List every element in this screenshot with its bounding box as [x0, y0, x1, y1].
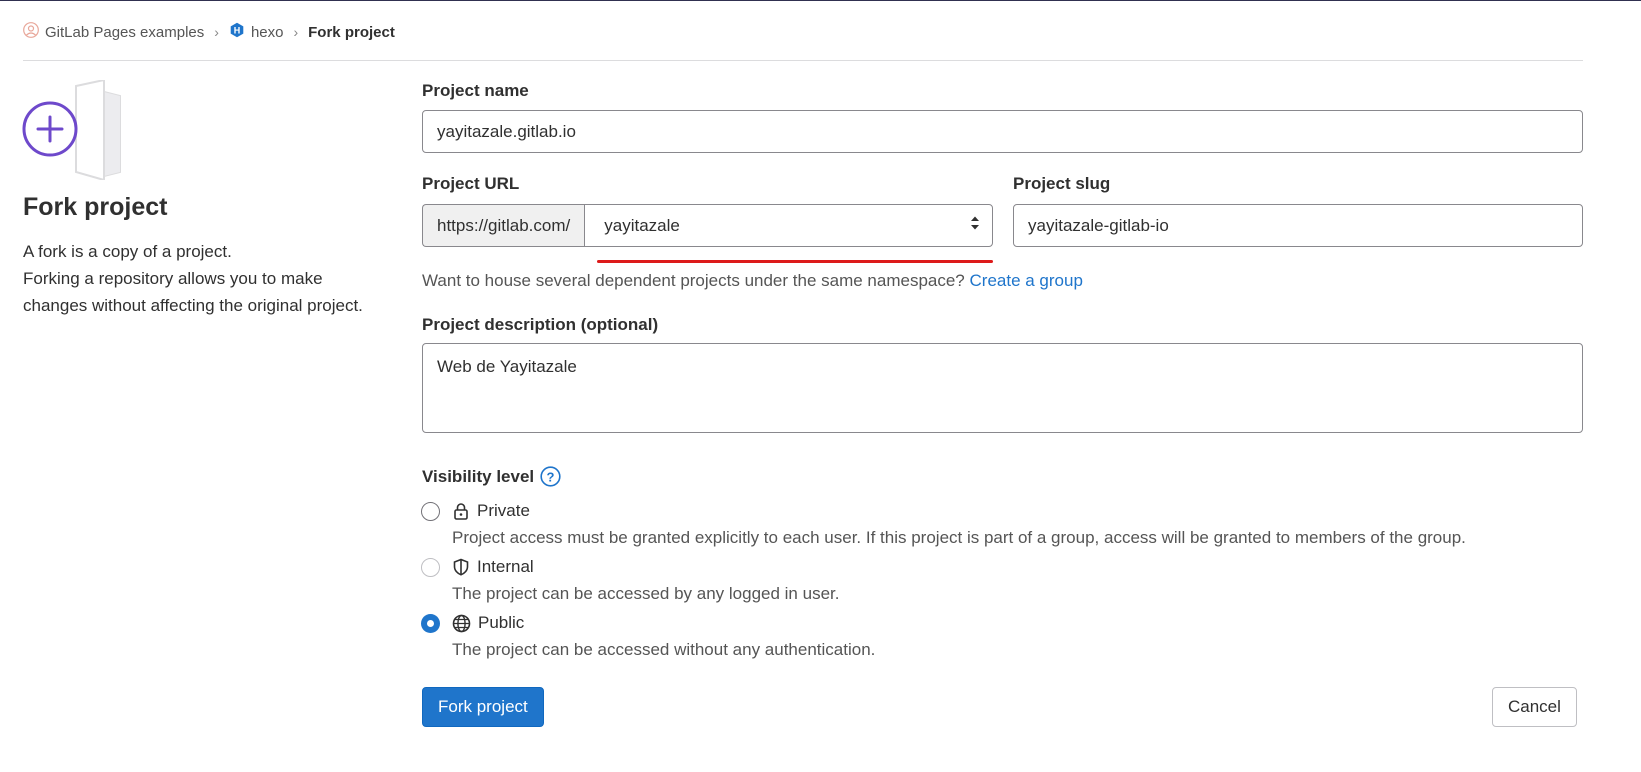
internal-radio[interactable] — [421, 557, 440, 577]
create-group-link[interactable]: Create a group — [970, 271, 1083, 290]
namespace-value: yayitazale — [604, 215, 680, 235]
page-description: A fork is a copy of a project. Forking a… — [23, 238, 393, 319]
fork-project-button[interactable]: Fork project — [422, 687, 544, 727]
visibility-option-public[interactable]: Public — [421, 613, 524, 633]
internal-help: The project can be accessed by any logge… — [452, 584, 840, 603]
public-help: The project can be accessed without any … — [452, 640, 876, 659]
description-line: Forking a repository allows you to make — [23, 269, 323, 288]
internal-label: Internal — [477, 557, 534, 576]
breadcrumb-item-group[interactable]: GitLab Pages examples — [45, 24, 204, 41]
description-textarea[interactable]: Web de Yayitazale — [422, 343, 1583, 433]
breadcrumb: GitLab Pages examples › H hexo › Fork pr… — [23, 20, 395, 44]
project-name-input[interactable] — [422, 110, 1583, 153]
namespace-hint-text: Want to house several dependent projects… — [422, 271, 965, 290]
project-slug-label: Project slug — [1013, 174, 1111, 193]
help-icon[interactable]: ? — [540, 466, 561, 487]
hexo-project-icon: H — [229, 22, 245, 42]
project-url-label: Project URL — [422, 174, 520, 193]
private-label: Private — [477, 501, 530, 520]
namespace-hint: Want to house several dependent projects… — [422, 271, 1083, 291]
breadcrumb-item-current: Fork project — [308, 23, 395, 41]
svg-text:?: ? — [547, 469, 555, 484]
sort-arrows-icon — [970, 215, 980, 236]
header-divider — [23, 60, 1583, 61]
breadcrumb-item-project[interactable]: hexo — [251, 24, 284, 41]
description-label: Project description (optional) — [422, 315, 659, 334]
private-help: Project access must be granted explicitl… — [452, 528, 1466, 547]
page-title: Fork project — [23, 193, 168, 221]
visibility-label-text: Visibility level — [422, 466, 535, 486]
namespace-select[interactable]: yayitazale — [584, 204, 993, 247]
public-radio[interactable] — [421, 613, 440, 633]
visibility-label: Visibility level ? — [422, 466, 561, 487]
globe-icon — [452, 614, 471, 633]
public-label: Public — [478, 613, 525, 632]
group-avatar-icon — [23, 22, 39, 42]
url-prefix: https://gitlab.com/ — [422, 204, 585, 247]
private-radio[interactable] — [421, 501, 440, 521]
shield-icon — [452, 558, 470, 576]
visibility-option-private[interactable]: Private — [421, 501, 530, 521]
svg-text:H: H — [234, 25, 241, 35]
project-name-label: Project name — [422, 81, 529, 100]
project-url-group: https://gitlab.com/ yayitazale — [422, 204, 993, 247]
cancel-button[interactable]: Cancel — [1492, 687, 1577, 727]
description-line: changes without affecting the original p… — [23, 296, 363, 315]
lock-icon — [452, 502, 470, 520]
project-slug-input[interactable] — [1013, 204, 1583, 247]
chevron-right-icon: › — [293, 24, 299, 40]
top-border — [0, 0, 1641, 1]
visibility-option-internal[interactable]: Internal — [421, 557, 534, 577]
annotation-underline — [597, 260, 993, 263]
chevron-right-icon: › — [214, 24, 219, 40]
description-line: A fork is a copy of a project. — [23, 242, 232, 261]
fork-illustration — [22, 78, 132, 182]
